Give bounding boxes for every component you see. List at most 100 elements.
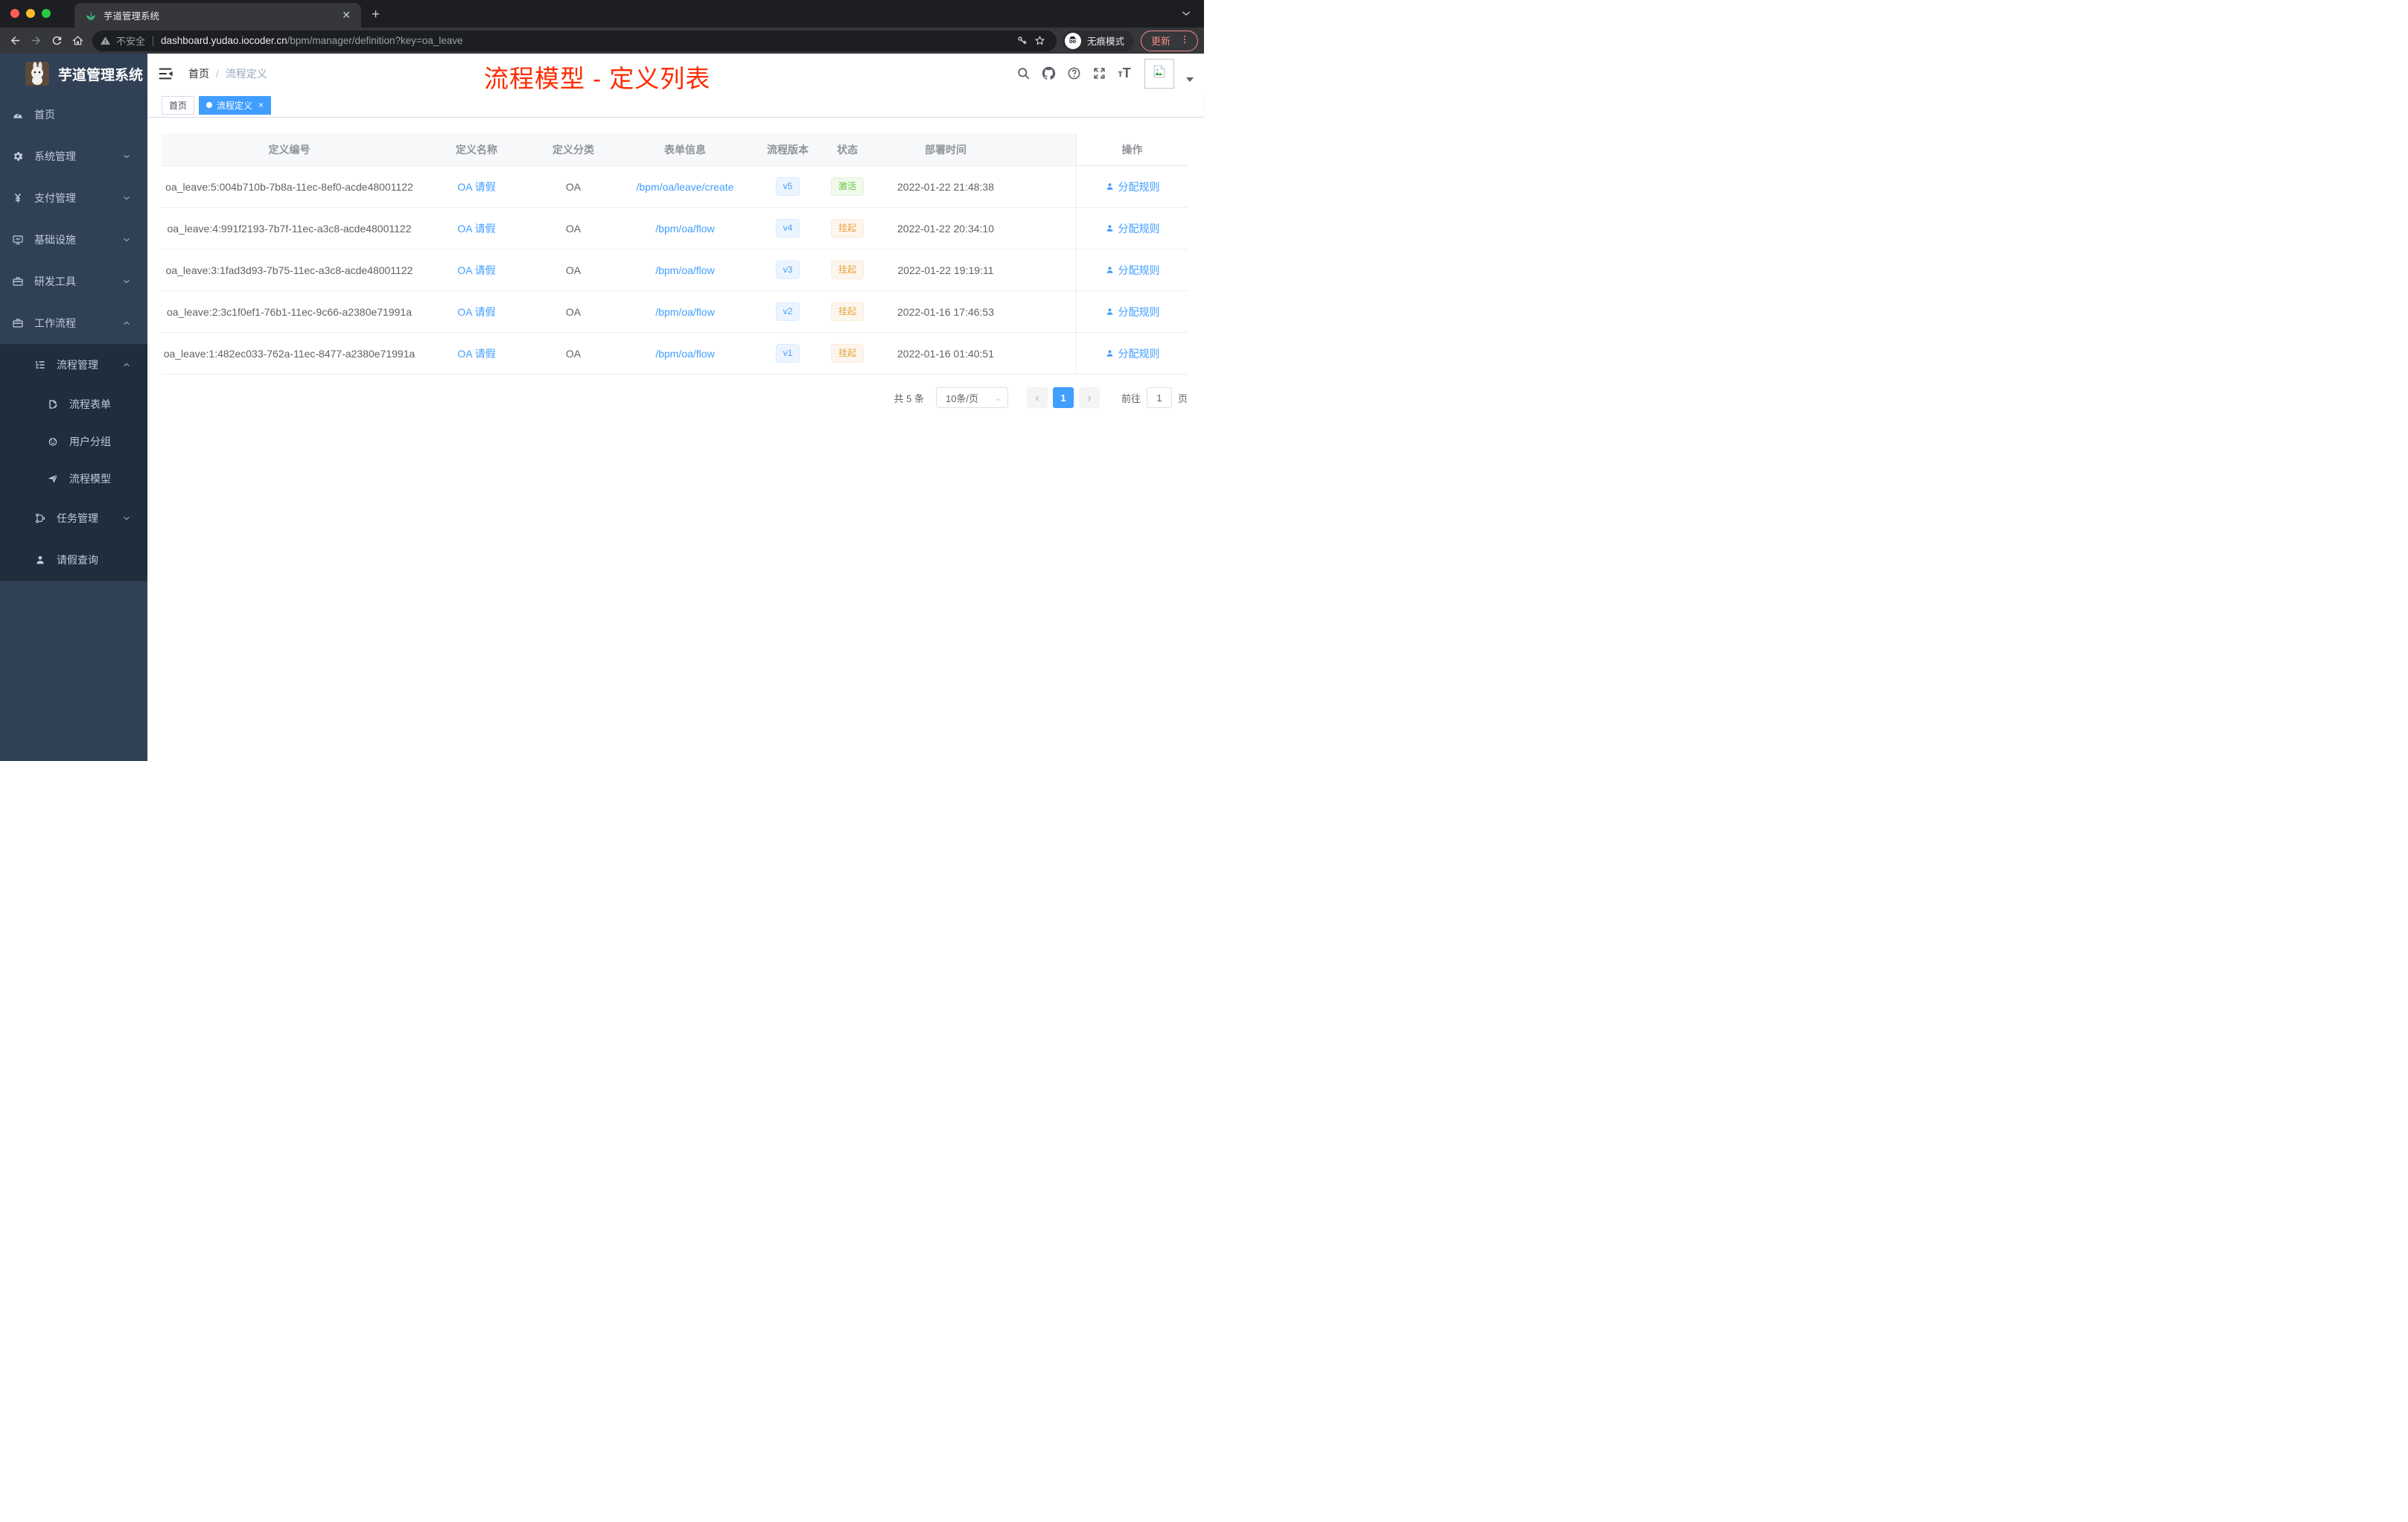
- yen-icon: [12, 192, 24, 204]
- deploy-time-cell: 2022-01-16 01:40:51: [879, 333, 1013, 375]
- pager-buttons: ‹ 1 ›: [1026, 387, 1100, 408]
- sidebar-logo[interactable]: 芋道管理系统: [0, 54, 147, 94]
- prev-page-button[interactable]: ‹: [1026, 387, 1048, 408]
- sidebar-item-label: 工作流程: [34, 317, 76, 329]
- next-page-button[interactable]: ›: [1078, 387, 1100, 408]
- version-tag: v4: [775, 219, 800, 238]
- update-label: 更新: [1150, 36, 1170, 47]
- fullscreen-icon[interactable]: [1089, 64, 1109, 83]
- sidebar-item-send-9[interactable]: 流程模型: [0, 460, 147, 497]
- security-warning-icon[interactable]: [100, 35, 111, 46]
- toolbox-icon: [12, 276, 24, 287]
- browser-toolbar: 不安全 dashboard.yudao.iocoder.cn/bpm/manag…: [0, 28, 1204, 54]
- window-minimize-button[interactable]: [26, 9, 35, 18]
- column-header-6: 部署时间: [879, 133, 1013, 166]
- browser-chrome: 芋道管理系统 ✕ + 不安全 dashboard.yudao.iocoder.c…: [0, 0, 1204, 54]
- assign-rule-link[interactable]: 分配规则: [1105, 263, 1160, 278]
- reload-button[interactable]: [46, 31, 67, 51]
- breadcrumb-home[interactable]: 首页: [188, 66, 209, 81]
- monitor-icon: [12, 234, 24, 246]
- assign-user-icon: [1105, 307, 1115, 316]
- definition-name-link[interactable]: OA 请假: [457, 179, 495, 194]
- goto-page-input[interactable]: [1146, 387, 1172, 408]
- address-bar[interactable]: 不安全 dashboard.yudao.iocoder.cn/bpm/manag…: [92, 30, 1057, 51]
- status-badge: 激活: [830, 177, 864, 196]
- browser-menu-icon[interactable]: [1179, 34, 1190, 47]
- definition-name-link[interactable]: OA 请假: [457, 305, 495, 319]
- assign-rule-link[interactable]: 分配规则: [1105, 305, 1160, 319]
- user-avatar[interactable]: [1144, 58, 1174, 89]
- definition-id-cell: oa_leave:5:004b710b-7b8a-11ec-8ef0-acde4…: [162, 166, 417, 208]
- assign-rule-link[interactable]: 分配规则: [1105, 179, 1160, 194]
- assign-rule-link[interactable]: 分配规则: [1105, 346, 1160, 361]
- tag-close-icon[interactable]: ×: [258, 101, 264, 109]
- search-icon[interactable]: [1013, 64, 1033, 83]
- password-key-icon[interactable]: [1013, 32, 1031, 50]
- toolbox-icon: [12, 317, 24, 329]
- broken-image-icon: [1151, 63, 1168, 83]
- page-size-select[interactable]: 10条/页 ⌄: [935, 387, 1008, 408]
- tag-chip-inactive[interactable]: 首页: [162, 95, 195, 115]
- definition-table: 定义编号 定义名称 定义分类 表单信息 流程版本 状态 部署时间 操作 oa_leave:5:0…: [162, 133, 1188, 375]
- assign-user-icon: [1105, 223, 1115, 233]
- security-label[interactable]: 不安全: [116, 34, 145, 48]
- font-size-icon[interactable]: ᴛT: [1115, 64, 1134, 83]
- browser-tab[interactable]: 芋道管理系统 ✕: [74, 3, 361, 28]
- user-menu-caret-icon[interactable]: [1186, 77, 1194, 82]
- definition-name-link[interactable]: OA 请假: [457, 346, 495, 361]
- chevron-down-icon: [122, 152, 131, 161]
- window-close-button[interactable]: [10, 9, 19, 18]
- sidebar-item-people-8[interactable]: 用户分组: [0, 423, 147, 460]
- definition-category-cell: OA: [536, 249, 611, 291]
- sidebar-item-dashboard-0[interactable]: 首页: [0, 94, 147, 136]
- sidebar-item-form-7[interactable]: 流程表单: [0, 386, 147, 423]
- sidebar-item-label: 请假查询: [57, 554, 98, 566]
- tab-search-chevron-icon[interactable]: [1180, 7, 1192, 19]
- sidebar-item-tree-list-6[interactable]: 流程管理: [0, 344, 147, 386]
- update-button[interactable]: 更新: [1140, 30, 1198, 51]
- version-cell: v1: [759, 333, 816, 375]
- assign-user-icon: [1105, 348, 1115, 358]
- definition-name-link[interactable]: OA 请假: [457, 263, 495, 278]
- sidebar-item-toolbox-5[interactable]: 工作流程: [0, 302, 147, 344]
- status-cell: 挂起: [816, 333, 879, 375]
- url-text[interactable]: dashboard.yudao.iocoder.cn/bpm/manager/d…: [161, 35, 1013, 46]
- people-icon: [47, 436, 59, 448]
- sidebar-item-toolbox-4[interactable]: 研发工具: [0, 261, 147, 302]
- form-info-link[interactable]: /bpm/oa/flow: [655, 348, 714, 360]
- column-header-5: 状态: [816, 133, 879, 166]
- tab-close-icon[interactable]: ✕: [339, 9, 354, 22]
- action-cell: 分配规则: [1076, 291, 1188, 333]
- window-zoom-button[interactable]: [42, 9, 51, 18]
- sidebar-item-yen-2[interactable]: 支付管理: [0, 177, 147, 219]
- sidebar-item-monitor-3[interactable]: 基础设施: [0, 219, 147, 261]
- forward-button[interactable]: [25, 31, 46, 51]
- bookmark-star-icon[interactable]: [1031, 32, 1049, 50]
- back-button[interactable]: [4, 31, 25, 51]
- definition-name-link[interactable]: OA 请假: [457, 221, 495, 236]
- tag-chip-active[interactable]: 流程定义 ×: [199, 95, 272, 115]
- status-cell: 挂起: [816, 208, 879, 249]
- form-info-cell: /bpm/oa/flow: [611, 333, 759, 375]
- sidebar-item-user-11[interactable]: 请假查询: [0, 539, 147, 581]
- table-row-0: oa_leave:5:004b710b-7b8a-11ec-8ef0-acde4…: [162, 166, 1188, 208]
- sidebar-collapse-icon[interactable]: [157, 66, 173, 82]
- form-info-link[interactable]: /bpm/oa/leave/create: [637, 181, 734, 193]
- sidebar-item-flow-10[interactable]: 任务管理: [0, 497, 147, 539]
- form-info-link[interactable]: /bpm/oa/flow: [655, 264, 714, 276]
- form-info-link[interactable]: /bpm/oa/flow: [655, 306, 714, 318]
- tab-title: 芋道管理系统: [103, 11, 160, 22]
- window-controls[interactable]: [10, 9, 51, 18]
- page-1-button[interactable]: 1: [1052, 387, 1074, 408]
- incognito-label: 无痕模式: [1086, 36, 1124, 47]
- help-icon[interactable]: [1064, 64, 1083, 83]
- logo-avatar: [25, 62, 49, 86]
- github-icon[interactable]: [1039, 64, 1058, 83]
- sidebar-item-gear-1[interactable]: 系统管理: [0, 136, 147, 177]
- gear-icon: [12, 150, 24, 162]
- home-button[interactable]: [67, 31, 88, 51]
- assign-rule-link[interactable]: 分配规则: [1105, 221, 1160, 236]
- form-info-link[interactable]: /bpm/oa/flow: [655, 223, 714, 235]
- new-tab-button[interactable]: +: [372, 7, 380, 23]
- table-row-3: oa_leave:2:3c1f0ef1-76b1-11ec-9c66-a2380…: [162, 291, 1188, 333]
